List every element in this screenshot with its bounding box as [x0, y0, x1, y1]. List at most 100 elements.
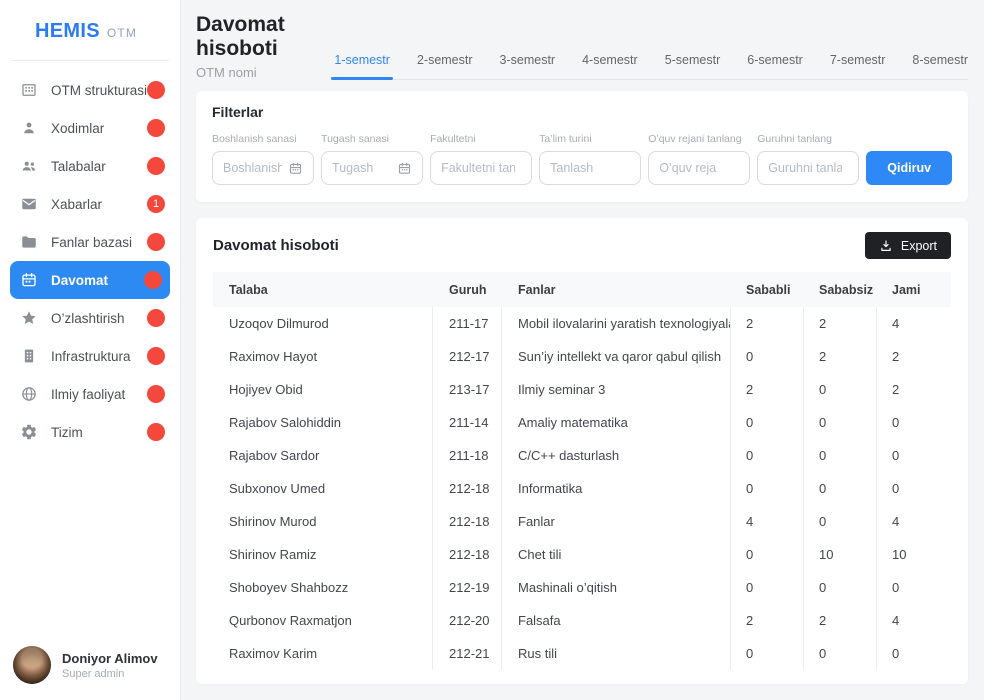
notification-badge	[147, 119, 165, 137]
table-row: Hojiyev Obid 213-17 Ilmiy seminar 3 2 0 …	[213, 373, 951, 406]
tab-4-semestr[interactable]: 4-semestr	[582, 53, 638, 67]
start-date-input[interactable]	[223, 161, 283, 175]
notification-badge: 1	[147, 195, 165, 213]
semester-tabs: 1-semestr 2-semestr 3-semestr 4-semestr …	[331, 53, 968, 80]
filter-field-label: Guruhni tanlang	[757, 133, 832, 145]
notification-badge	[147, 81, 165, 99]
tab-8-semestr[interactable]: 8-semestr	[912, 53, 968, 67]
tab-2-semestr[interactable]: 2-semestr	[417, 53, 473, 67]
cell-guruh: 212-18	[433, 538, 502, 571]
cell-sababsiz: 0	[804, 373, 877, 406]
filter-field-control[interactable]	[212, 151, 315, 185]
calendar-icon	[288, 161, 303, 176]
sidebar-item-label: Davomat	[51, 272, 109, 288]
sidebar-item-label: Talabalar	[51, 158, 106, 174]
sidebar-item-tizim[interactable]: Tizim	[0, 413, 180, 451]
tab-1-semestr[interactable]: 1-semestr	[331, 53, 393, 80]
cell-fanlar: Chet tili	[502, 538, 731, 571]
notification-badge	[147, 233, 165, 251]
table-row: Subxonov Umed 212-18 Informatika 0 0 0	[213, 472, 951, 505]
sidebar-item-ilmiy-faoliyat[interactable]: Ilmiy faoliyat	[0, 375, 180, 413]
filter-field-label: Boshlanish sanasi	[212, 133, 297, 145]
sidebar-item-label: Infrastruktura	[51, 348, 131, 364]
cell-sababsiz: 10	[804, 538, 877, 571]
cell-talaba: Shoboyev Shahbozz	[213, 571, 433, 604]
filter-field-education-type: Ta’lim turini	[539, 133, 642, 185]
export-label: Export	[900, 238, 937, 253]
education-type-input[interactable]	[550, 161, 625, 175]
filter-field-control[interactable]	[539, 151, 642, 185]
tab-5-semestr[interactable]: 5-semestr	[665, 53, 721, 67]
cell-sababli: 2	[731, 307, 804, 340]
table-body: Uzoqov Dilmurod 211-17 Mobil ilovalarini…	[213, 307, 951, 670]
app-window: HEMIS OTM OTM strukturasi Xodimlar Talab…	[0, 0, 984, 700]
cell-sababsiz: 2	[804, 604, 877, 637]
cell-jami: 2	[892, 349, 900, 364]
table-row: Rajabov Salohiddin 211-14 Amaliy matemat…	[213, 406, 951, 439]
sidebar-item-o-zlashtirish[interactable]: O’zlashtirish	[0, 299, 180, 337]
cell-sababsiz: 2	[804, 307, 877, 340]
sidebar-item-infrastruktura[interactable]: Infrastruktura	[0, 337, 180, 375]
cell-talaba: Hojiyev Obid	[213, 373, 433, 406]
cell-guruh: 212-20	[433, 604, 502, 637]
notification-badge	[147, 309, 165, 327]
column-header-sababsiz: Sababsiz	[819, 282, 874, 297]
filter-field-control[interactable]	[648, 151, 751, 185]
cell-guruh: 211-17	[433, 307, 502, 340]
tab-6-semestr[interactable]: 6-semestr	[747, 53, 803, 67]
column-header-guruh: Guruh	[449, 282, 487, 297]
column-header-sababli: Sababli	[746, 282, 791, 297]
cell-jami: 4	[892, 514, 900, 529]
cell-sababsiz: 0	[804, 505, 877, 538]
filter-field-curriculum: O’quv rejani tanlang	[648, 133, 751, 185]
end-date-input[interactable]	[332, 161, 392, 175]
people-icon	[20, 157, 38, 175]
cell-sababsiz: 0	[804, 406, 877, 439]
column-header-talaba: Talaba	[229, 282, 268, 297]
tab-3-semestr[interactable]: 3-semestr	[500, 53, 556, 67]
cell-sababsiz: 0	[804, 472, 877, 505]
sidebar-item-label: O’zlashtirish	[51, 310, 125, 326]
user-profile[interactable]: Doniyor Alimov Super admin	[13, 646, 158, 684]
sidebar-item-fanlar-bazasi[interactable]: Fanlar bazasi	[0, 223, 180, 261]
group-input[interactable]	[768, 161, 843, 175]
cell-sababsiz: 0	[804, 571, 877, 604]
cell-jami: 0	[892, 580, 900, 595]
app-logo: HEMIS OTM	[0, 20, 180, 43]
sidebar-item-xodimlar[interactable]: Xodimlar	[0, 109, 180, 147]
faculty-input[interactable]	[441, 161, 516, 175]
cell-fanlar: Mashinali o’qitish	[502, 571, 731, 604]
export-button[interactable]: Export	[864, 232, 951, 259]
cell-fanlar: Sun’iy intellekt va qaror qabul qilish	[502, 340, 731, 373]
sidebar-item-label: OTM strukturasi	[51, 82, 148, 98]
table-header-row: Talaba Guruh Fanlar Sababli Sababsiz Jami	[213, 272, 951, 307]
notification-badge	[147, 157, 165, 175]
cell-fanlar: Amaliy matematika	[502, 406, 731, 439]
table-row: Qurbonov Raxmatjon 212-20 Falsafa 2 2 4	[213, 604, 951, 637]
sidebar-item-talabalar[interactable]: Talabalar	[0, 147, 180, 185]
filter-field-control[interactable]	[321, 151, 424, 185]
sidebar-item-otm-strukturasi[interactable]: OTM strukturasi	[0, 71, 180, 109]
cell-sababli: 4	[731, 505, 804, 538]
cell-jami: 10	[892, 547, 907, 562]
gear-icon	[20, 423, 38, 441]
sidebar-item-label: Xabarlar	[51, 196, 103, 212]
search-button[interactable]: Qidiruv	[866, 151, 953, 185]
cell-sababsiz: 0	[804, 637, 877, 670]
user-info: Doniyor Alimov Super admin	[62, 651, 158, 680]
user-role: Super admin	[62, 667, 125, 680]
cell-sababli: 0	[731, 637, 804, 670]
tab-7-semestr[interactable]: 7-semestr	[830, 53, 886, 67]
download-icon	[879, 239, 893, 253]
cell-talaba: Raximov Karim	[213, 637, 433, 670]
sidebar-item-davomat[interactable]: Davomat	[10, 261, 170, 299]
table-row: Raximov Hayot 212-17 Sun’iy intellekt va…	[213, 340, 951, 373]
sidebar-item-xabarlar[interactable]: Xabarlar 1	[0, 185, 180, 223]
filter-field-control[interactable]	[757, 151, 860, 185]
cell-jami: 0	[892, 415, 900, 430]
cell-guruh: 212-18	[433, 472, 502, 505]
cell-talaba: Subxonov Umed	[213, 472, 433, 505]
filter-field-control[interactable]	[430, 151, 533, 185]
notification-badge	[147, 423, 165, 441]
curriculum-input[interactable]	[659, 161, 734, 175]
